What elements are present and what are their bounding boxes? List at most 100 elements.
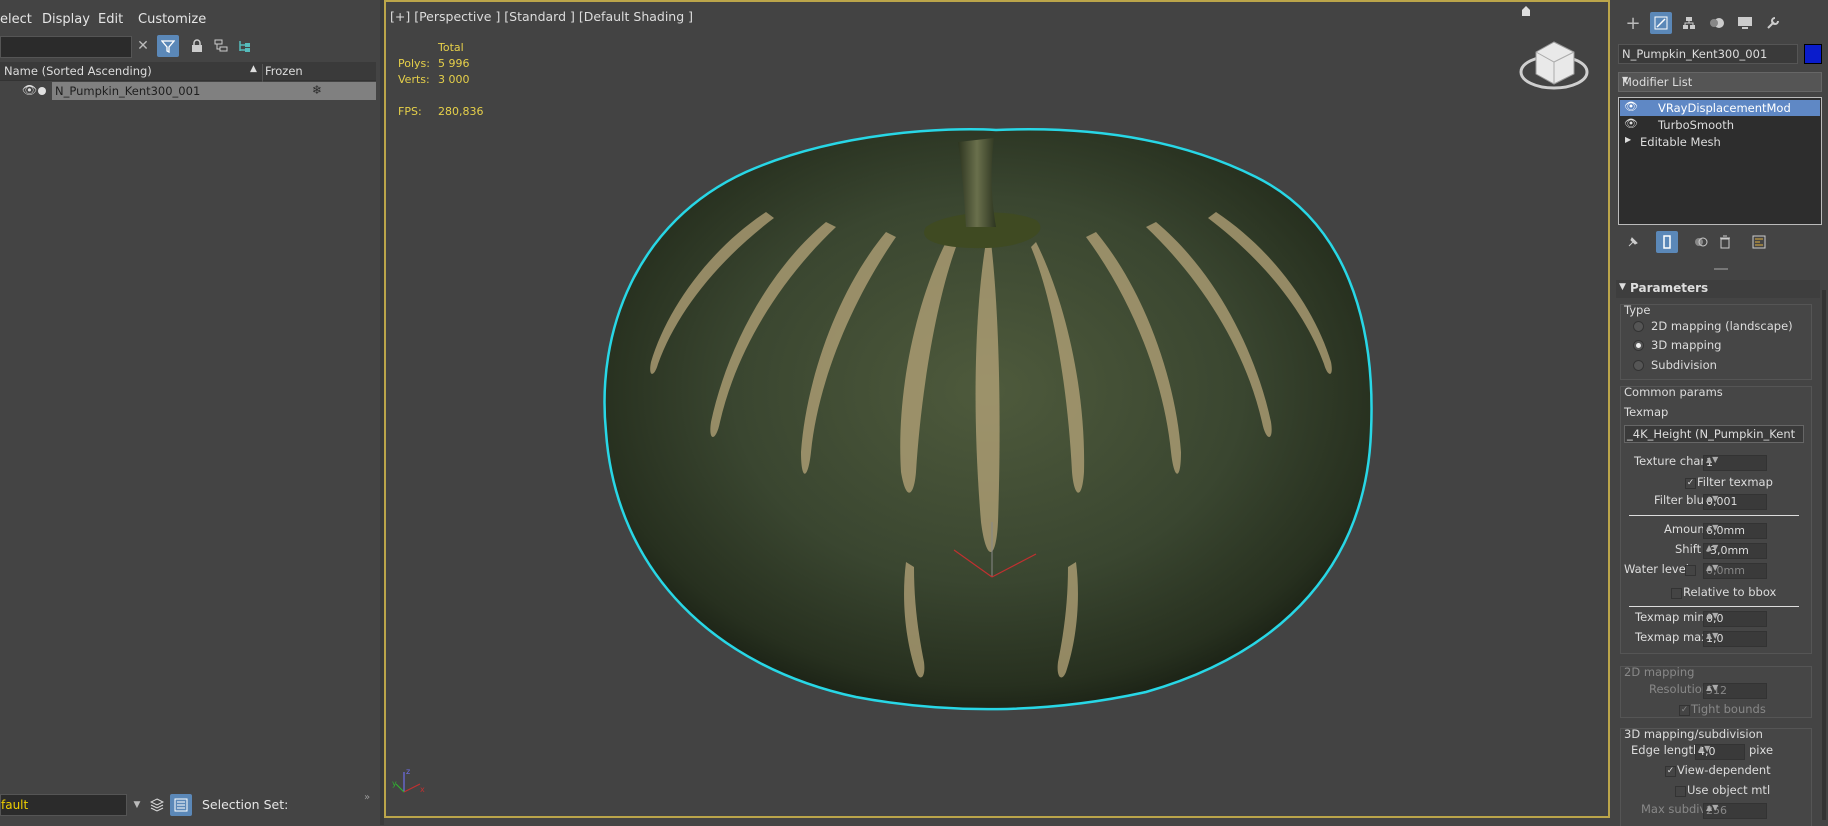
texmap-button[interactable]: _4K_Height (N_Pumpkin_Kent (1624, 425, 1804, 443)
search-input[interactable] (0, 36, 132, 58)
menu-display[interactable]: Display (42, 12, 90, 27)
menu-customize[interactable]: Customize (138, 12, 206, 27)
stack-item-label: TurboSmooth (1658, 118, 1735, 132)
show-end-result-icon[interactable] (1656, 231, 1678, 253)
max-subdivs-label: Max subdivs (1641, 802, 1713, 816)
pumpkin-model[interactable] (603, 128, 1373, 711)
motion-tab-icon[interactable] (1706, 12, 1728, 34)
object-name-value: N_Pumpkin_Kent300_001 (1622, 47, 1768, 61)
rollout-drag-handle[interactable] (1714, 268, 1728, 270)
shift-label: Shift (1675, 542, 1702, 556)
view-dependent-checkbox[interactable]: ✓ (1665, 766, 1676, 777)
column-frozen-header[interactable]: Frozen (262, 64, 303, 82)
radio-3d-mapping[interactable] (1633, 340, 1644, 351)
edge-length-spinner[interactable]: 4,0 ▲▼ (1695, 744, 1745, 760)
relative-bbox-checkbox[interactable] (1671, 588, 1682, 599)
use-object-mtl-checkbox[interactable] (1675, 786, 1686, 797)
scene-explorer-toggle-icon[interactable] (170, 794, 192, 816)
layer-hierarchy-icon[interactable] (234, 35, 256, 57)
remove-modifier-icon[interactable] (1714, 231, 1736, 253)
spinner-arrows-icon[interactable]: ▲▼ (1706, 563, 1764, 572)
view-cube[interactable] (1519, 41, 1589, 90)
spinner-arrows-icon[interactable]: ▲▼ (1698, 744, 1742, 753)
menu-edit[interactable]: Edit (98, 12, 123, 27)
command-panel-scrollbar[interactable] (1822, 290, 1826, 820)
spinner-arrows-icon[interactable]: ▲▼ (1706, 494, 1764, 503)
spinner-arrows-icon[interactable]: ▲▼ (1706, 803, 1764, 812)
texmap-max-spinner[interactable]: 1,0 ▲▼ (1703, 631, 1767, 647)
filter-blur-spinner[interactable]: 0,001 ▲▼ (1703, 494, 1767, 510)
pin-stack-icon[interactable] (1622, 231, 1644, 253)
layers-icon[interactable] (146, 794, 168, 816)
hierarchy-tab-icon[interactable] (1678, 12, 1700, 34)
stack-item-label: Editable Mesh (1640, 135, 1721, 149)
parameters-rollout-header[interactable]: ▼ Parameters (1616, 280, 1820, 298)
eye-icon[interactable]: 👁 (1624, 117, 1638, 130)
water-level-spinner[interactable]: 0,0mm ▲▼ (1703, 563, 1767, 579)
radio-3d-mapping-label: 3D mapping (1651, 338, 1722, 352)
shift-spinner[interactable]: -3,0mm ▲▼ (1703, 543, 1767, 559)
spinner-arrows-icon[interactable]: ▲▼ (1706, 631, 1764, 640)
chevron-down-icon: ▼ (1622, 75, 1629, 84)
stack-item-editable-mesh[interactable]: ▶ Editable Mesh (1620, 134, 1820, 150)
tight-bounds-checkbox[interactable]: ✓ (1679, 705, 1690, 716)
table-row[interactable]: 👁 N_Pumpkin_Kent300_001 ❄ (0, 82, 376, 100)
stack-item-turbosmooth[interactable]: 👁 TurboSmooth (1620, 117, 1820, 133)
eye-icon[interactable]: 👁 (1624, 100, 1638, 113)
type-group-title: Type (1624, 303, 1651, 317)
modifier-list-dropdown[interactable]: Modifier List ▼ (1618, 72, 1822, 92)
spinner-arrows-icon[interactable]: ▲▼ (1706, 611, 1764, 620)
lock-icon[interactable] (186, 35, 208, 57)
radio-subdivision[interactable] (1633, 360, 1644, 371)
object-dot-icon (38, 87, 46, 95)
water-level-checkbox[interactable] (1685, 565, 1696, 576)
edge-length-unit: pixe (1749, 743, 1774, 757)
object-color-swatch[interactable] (1804, 44, 1822, 64)
resolution-label: Resolution (1649, 682, 1710, 696)
home-icon[interactable] (1522, 6, 1530, 16)
utilities-tab-icon[interactable] (1762, 12, 1784, 34)
hierarchy-icon[interactable] (210, 35, 232, 57)
object-name-field[interactable]: N_Pumpkin_Kent300_001 (1618, 44, 1798, 64)
stack-item-vraydisplacement[interactable]: 👁 VRayDisplacementMod (1620, 100, 1820, 116)
rollout-title: Parameters (1630, 281, 1709, 295)
clear-search-icon[interactable]: ✕ (132, 35, 154, 57)
expand-arrows-icon[interactable]: » (364, 792, 370, 803)
column-name-header[interactable]: Name (Sorted Ascending) (4, 64, 152, 78)
scene-explorer: elect Display Edit Customize ✕ Name (Sor… (0, 0, 380, 825)
visibility-eye-icon[interactable]: 👁 (22, 83, 37, 97)
modifier-stack: 👁 VRayDisplacementMod 👁 TurboSmooth ▶ Ed… (1618, 97, 1822, 225)
texmap-min-spinner[interactable]: 0,0 ▲▼ (1703, 611, 1767, 627)
spinner-arrows-icon[interactable]: ▲▼ (1706, 523, 1764, 532)
filter-icon[interactable] (157, 35, 179, 57)
frozen-snowflake-icon[interactable]: ❄ (312, 83, 322, 97)
menu-select[interactable]: elect (0, 12, 32, 27)
layer-value: fault (1, 798, 29, 812)
mapping-3d-group: 3D mapping/subdivision Edge length 4,0 ▲▼… (1620, 727, 1812, 826)
configure-sets-icon[interactable] (1748, 231, 1770, 253)
layer-dropdown-icon[interactable]: ▼ (126, 794, 148, 816)
make-unique-icon[interactable] (1690, 231, 1712, 253)
use-object-mtl-label: Use object mtl (1687, 783, 1771, 797)
svg-text:x: x (420, 785, 425, 794)
spinner-arrows-icon[interactable]: ▲▼ (1706, 683, 1764, 692)
max-subdivs-spinner[interactable]: 256 ▲▼ (1703, 803, 1767, 819)
mapping-2d-group: 2D mapping Resolution 512 ▲▼ ✓ Tight boun… (1620, 665, 1812, 718)
mapping-2d-title: 2D mapping (1624, 665, 1695, 679)
expand-triangle-icon[interactable]: ▶ (1625, 135, 1631, 144)
amount-spinner[interactable]: 6,0mm ▲▼ (1703, 523, 1767, 539)
radio-2d-mapping[interactable] (1633, 321, 1644, 332)
spinner-arrows-icon[interactable]: ▲▼ (1706, 543, 1764, 552)
modify-tab-icon[interactable] (1650, 12, 1672, 34)
resolution-spinner[interactable]: 512 ▲▼ (1703, 683, 1767, 699)
perspective-viewport[interactable]: [+] [Perspective ] [Standard ] [Default … (384, 0, 1610, 818)
texmap-max-label: Texmap max (1635, 630, 1709, 644)
display-tab-icon[interactable] (1734, 12, 1756, 34)
selection-set-label[interactable]: Selection Set: (202, 797, 288, 812)
spinner-arrows-icon[interactable]: ▲▼ (1706, 455, 1764, 464)
water-level-label: Water level (1624, 562, 1689, 576)
create-tab-icon[interactable]: + (1622, 12, 1644, 34)
current-layer-field[interactable]: fault (0, 794, 127, 816)
texture-chan-spinner[interactable]: 1 ▲▼ (1703, 455, 1767, 471)
filter-texmap-checkbox[interactable]: ✓ (1685, 478, 1696, 489)
